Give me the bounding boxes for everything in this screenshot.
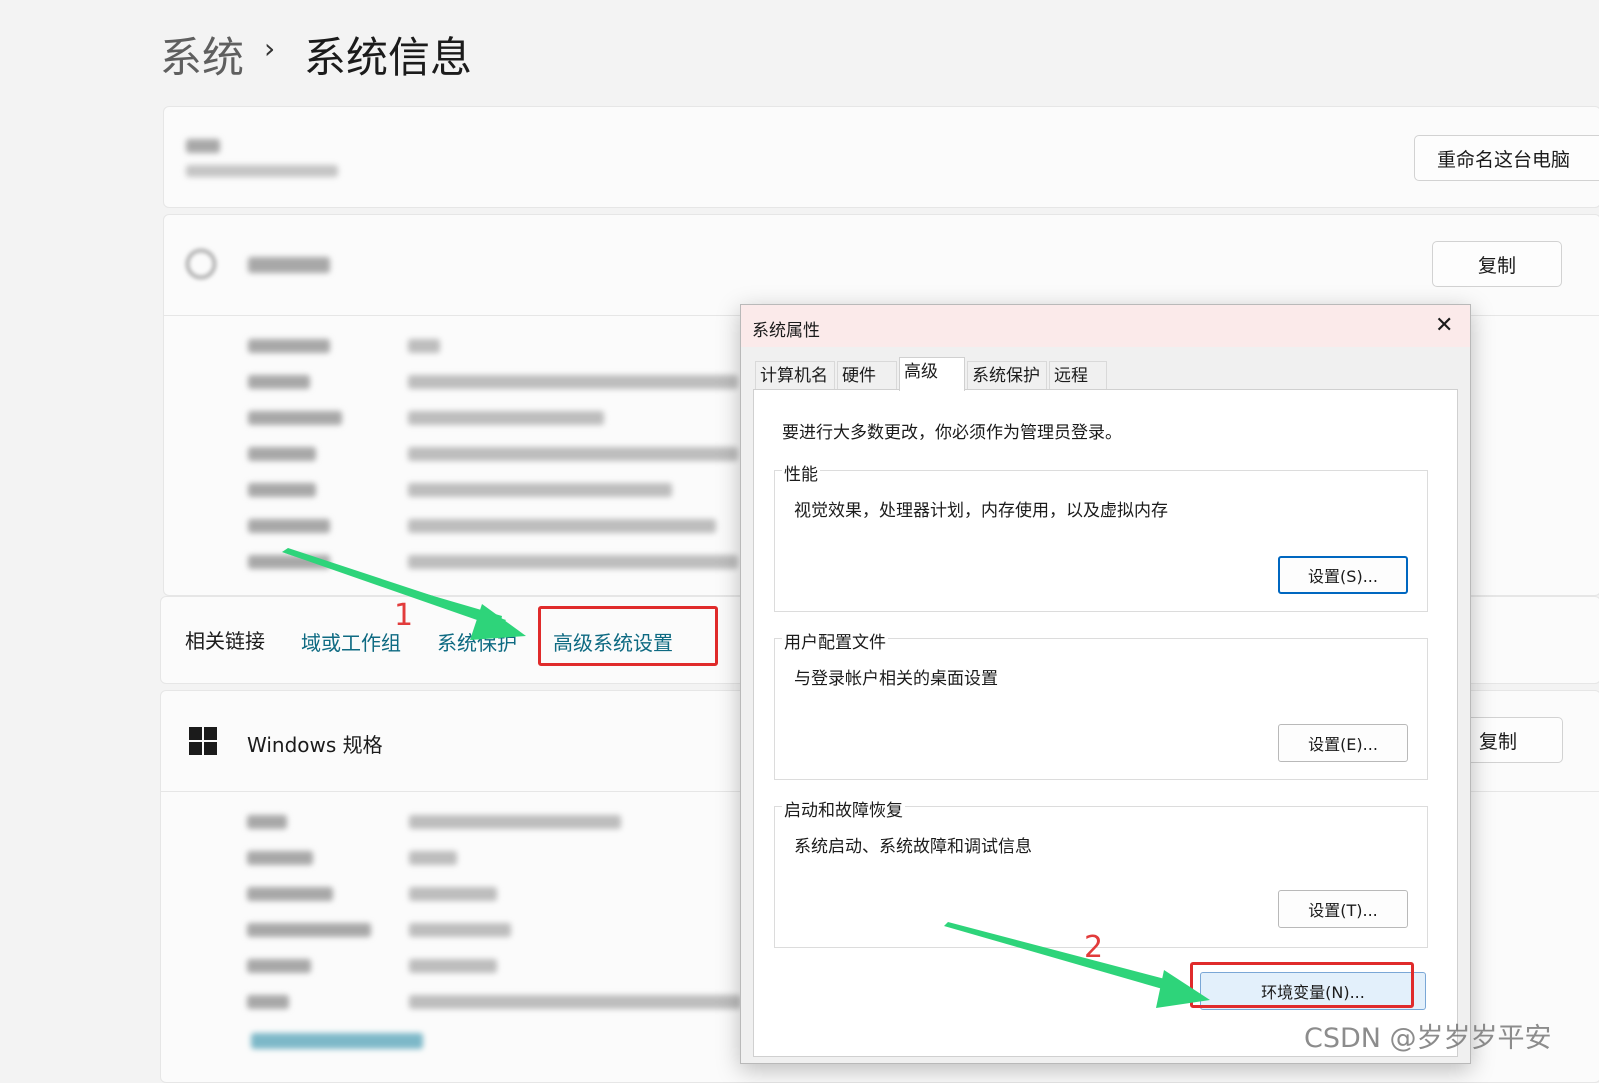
annotation-arrows <box>282 548 1210 1008</box>
csdn-watermark: CSDN @岁岁岁平安 <box>1304 1023 1552 1054</box>
arrow-to-environment-variables <box>944 922 1210 1008</box>
step-1-label: 1 <box>394 598 414 633</box>
step-2-label: 2 <box>1084 930 1104 965</box>
tab-advanced[interactable]: 高级 <box>899 357 965 391</box>
